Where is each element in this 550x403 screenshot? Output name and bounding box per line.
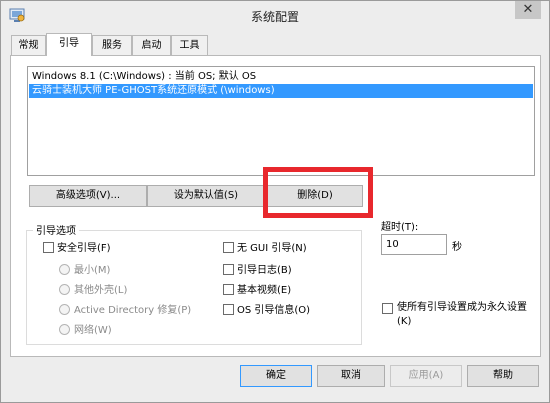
safe-boot-label: 安全引导(F) xyxy=(57,243,111,254)
boot-log-label: 引导日志(B) xyxy=(237,265,292,276)
base-video-checkbox[interactable] xyxy=(223,284,234,295)
os-list[interactable]: Windows 8.1 (C:\Windows) : 当前 OS; 默认 OS … xyxy=(27,66,535,176)
tab-tools[interactable]: 工具 xyxy=(171,35,208,55)
boot-log-checkbox[interactable] xyxy=(223,264,234,275)
boot-log-checkbox-row[interactable]: 引导日志(B) xyxy=(223,264,292,278)
window-title: 系统配置 xyxy=(250,10,299,24)
base-video-label: 基本视频(E) xyxy=(237,285,292,296)
help-button[interactable]: 帮助 xyxy=(467,365,539,387)
close-icon: ✕ xyxy=(522,2,534,17)
ok-button[interactable]: 确定 xyxy=(240,365,312,387)
boot-options-title: 引导选项 xyxy=(33,222,79,237)
highlight-box xyxy=(263,167,373,218)
set-default-button[interactable]: 设为默认值(S) xyxy=(147,185,265,207)
alternate-shell-label: 其他外壳(L) xyxy=(74,285,128,296)
ad-repair-radio[interactable] xyxy=(59,304,70,315)
tab-startup[interactable]: 启动 xyxy=(132,35,171,55)
no-gui-checkbox[interactable] xyxy=(223,242,234,253)
os-list-item-selected[interactable]: 云骑士装机大师 PE-GHOST系统还原模式 (\windows) xyxy=(29,84,533,98)
tab-boot[interactable]: 引导 xyxy=(46,33,92,56)
minimal-radio-row[interactable]: 最小(M) xyxy=(59,264,110,278)
make-permanent-checkbox[interactable] xyxy=(382,303,393,314)
alternate-shell-radio[interactable] xyxy=(59,284,70,295)
safe-boot-checkbox[interactable] xyxy=(43,242,54,253)
minimal-label: 最小(M) xyxy=(74,265,111,276)
apply-button[interactable]: 应用(A) xyxy=(390,365,462,387)
close-button[interactable]: ✕ xyxy=(515,1,541,19)
base-video-checkbox-row[interactable]: 基本视频(E) xyxy=(223,284,291,298)
ad-repair-label: Active Directory 修复(P) xyxy=(74,305,192,316)
os-list-item[interactable]: Windows 8.1 (C:\Windows) : 当前 OS; 默认 OS xyxy=(29,70,533,84)
no-gui-checkbox-row[interactable]: 无 GUI 引导(N) xyxy=(223,242,307,256)
network-radio[interactable] xyxy=(59,324,70,335)
system-config-window: 系统配置 ✕ 常规 引导 服务 启动 工具 Windows 8.1 (C:\Wi… xyxy=(0,0,550,403)
os-info-checkbox[interactable] xyxy=(223,304,234,315)
tab-services[interactable]: 服务 xyxy=(92,35,132,55)
timeout-input[interactable]: 10 xyxy=(381,234,447,255)
alternate-shell-radio-row[interactable]: 其他外壳(L) xyxy=(59,284,127,298)
timeout-label: 超时(T): xyxy=(381,222,419,233)
minimal-radio[interactable] xyxy=(59,264,70,275)
os-info-label: OS 引导信息(O) xyxy=(237,305,311,316)
network-radio-row[interactable]: 网络(W) xyxy=(59,324,112,338)
title-bar: 系统配置 ✕ xyxy=(1,1,549,29)
network-label: 网络(W) xyxy=(74,325,112,336)
tab-general[interactable]: 常规 xyxy=(11,35,46,55)
ad-repair-radio-row[interactable]: Active Directory 修复(P) xyxy=(59,304,191,318)
advanced-options-button[interactable]: 高级选项(V)... xyxy=(29,185,147,207)
os-info-checkbox-row[interactable]: OS 引导信息(O) xyxy=(223,304,310,318)
safe-boot-checkbox-row[interactable]: 安全引导(F) xyxy=(43,242,111,256)
no-gui-label: 无 GUI 引导(N) xyxy=(237,243,307,254)
cancel-button[interactable]: 取消 xyxy=(317,365,385,387)
timeout-unit-label: 秒 xyxy=(452,242,462,253)
make-permanent-label: 使所有引导设置成为永久设置(K) xyxy=(397,302,527,327)
